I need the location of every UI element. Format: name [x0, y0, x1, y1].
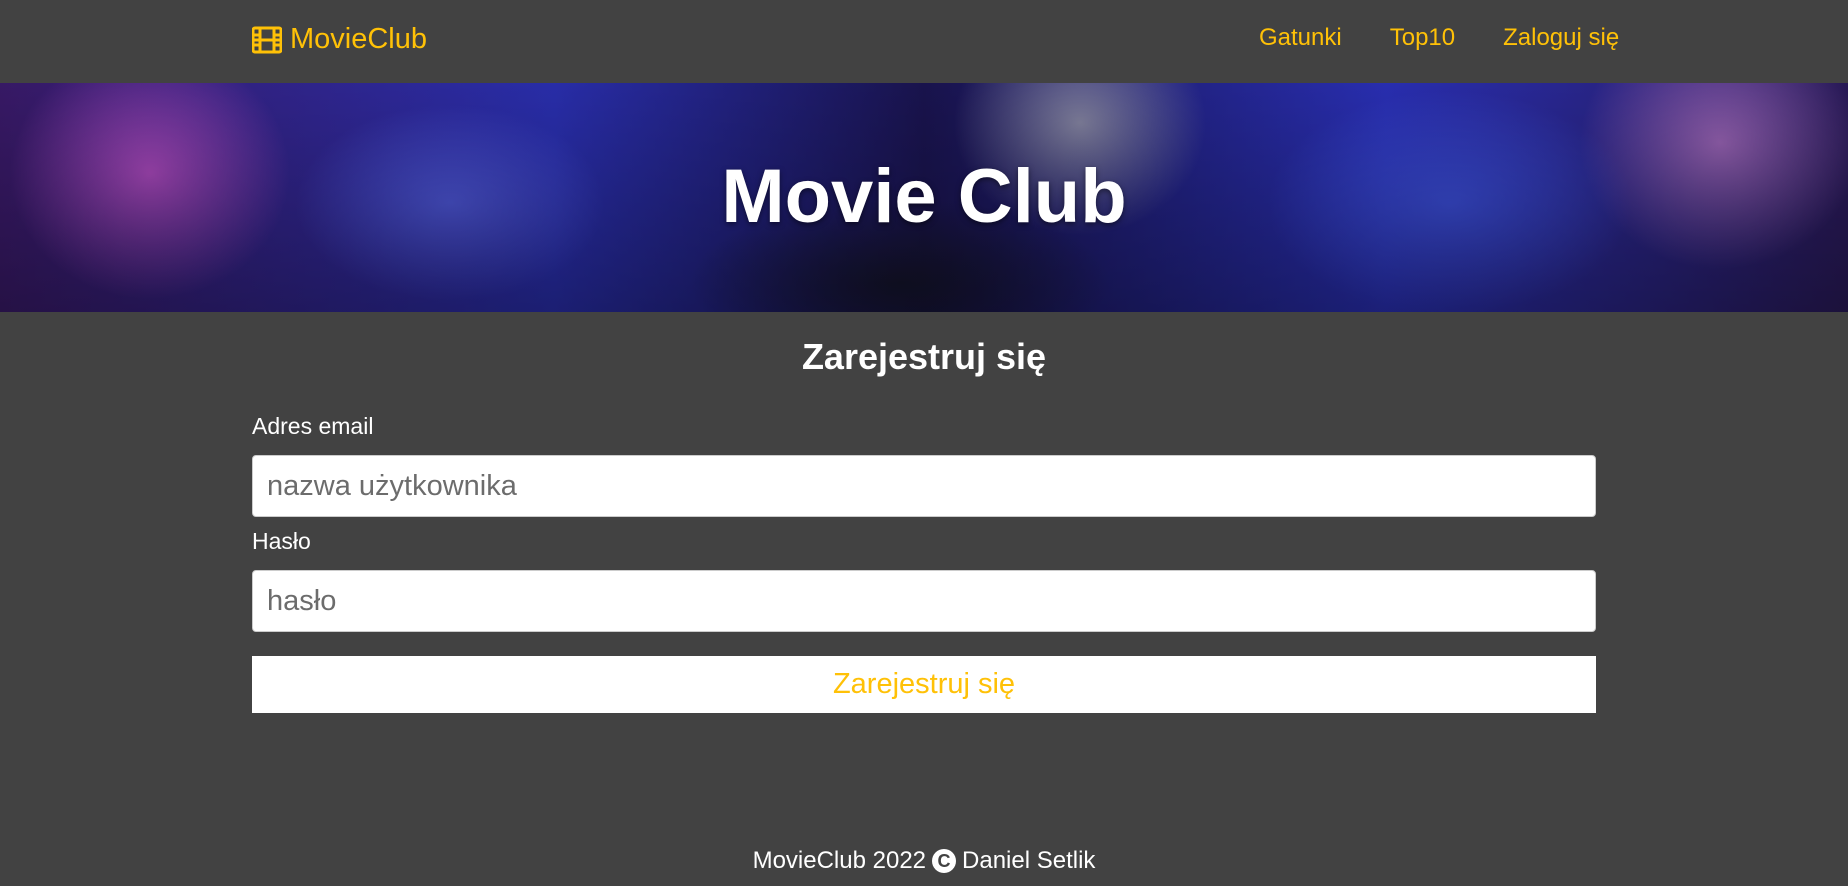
hero-banner: Movie Club — [0, 83, 1848, 312]
email-field[interactable] — [252, 455, 1596, 517]
nav-link-top10[interactable]: Top10 — [1390, 24, 1455, 52]
nav-link-gatunki[interactable]: Gatunki — [1259, 24, 1342, 52]
register-title: Zarejestruj się — [801, 336, 1047, 377]
brand-link[interactable]: MovieClub — [252, 23, 427, 56]
copyright-icon: C — [932, 849, 957, 873]
footer-author: Daniel Setlik — [962, 847, 1096, 874]
film-icon — [252, 25, 282, 55]
email-label: Adres email — [252, 413, 374, 439]
password-field[interactable] — [252, 570, 1596, 632]
password-label: Hasło — [252, 528, 311, 554]
footer-brand-year: MovieClub 2022 — [752, 847, 927, 874]
register-button[interactable]: Zarejestruj się — [252, 656, 1596, 713]
brand-name: MovieClub — [290, 23, 427, 55]
nav-links: Gatunki Top10 Zaloguj się — [1259, 24, 1619, 52]
navbar: MovieClub Gatunki Top10 Zaloguj się — [0, 0, 1848, 83]
hero-title: Movie Club — [721, 154, 1127, 239]
nav-link-login[interactable]: Zaloguj się — [1503, 24, 1619, 52]
footer: MovieClub 2022 C Daniel Setlik — [0, 847, 1848, 875]
